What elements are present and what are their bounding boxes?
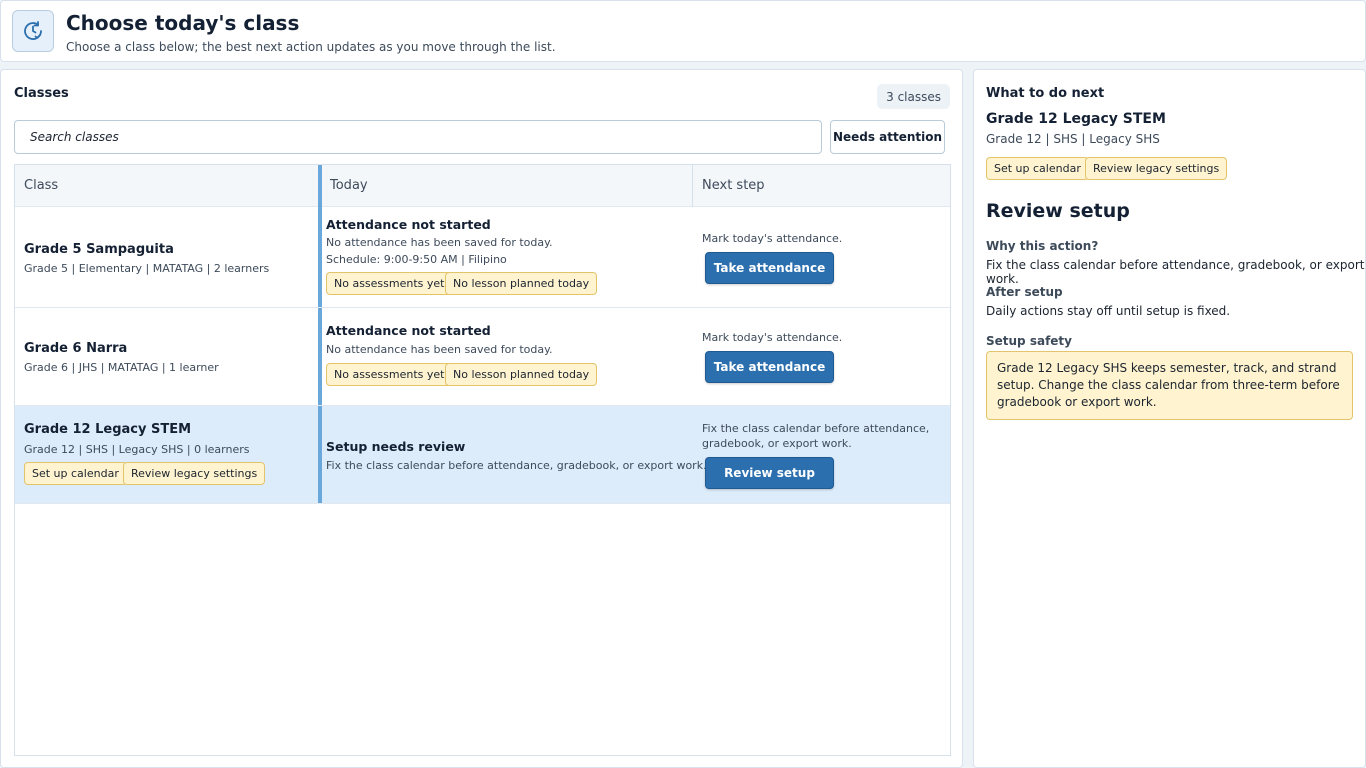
next-panel-title: What to do next xyxy=(986,86,1105,101)
table-row[interactable]: Grade 6 Narra Grade 6 | JHS | MATATAG | … xyxy=(15,308,950,406)
classes-panel: Classes 3 classes Needs attention Class … xyxy=(0,69,963,768)
class-meta: Grade 12 | SHS | Legacy SHS | 0 learners xyxy=(24,443,250,456)
classes-panel-title: Classes xyxy=(14,86,69,101)
table-header: Class Today Next step xyxy=(15,165,950,207)
today-schedule: Schedule: 9:00-9:50 AM | Filipino xyxy=(326,253,507,266)
review-setup-button[interactable]: Review setup xyxy=(705,457,834,489)
today-status-title: Attendance not started xyxy=(326,217,491,232)
status-badge: No lesson planned today xyxy=(445,363,598,386)
next-action-panel: What to do next Grade 12 Legacy STEM Gra… xyxy=(973,69,1366,768)
selected-class-meta: Grade 12 | SHS | Legacy SHS xyxy=(986,132,1160,146)
next-step-hint: Mark today's attendance. xyxy=(702,331,843,344)
class-meta: Grade 6 | JHS | MATATAG | 1 learner xyxy=(24,361,219,374)
page-title: Choose today's class xyxy=(66,11,300,35)
selected-class-name: Grade 12 Legacy STEM xyxy=(986,111,1166,127)
today-column-bar xyxy=(318,308,322,405)
page-header: Choose today's class Choose a class belo… xyxy=(0,0,1366,62)
table-row-selected[interactable]: Grade 12 Legacy STEM Grade 12 | SHS | Le… xyxy=(15,406,950,504)
setup-safety-note: Grade 12 Legacy SHS keeps semester, trac… xyxy=(986,351,1353,420)
today-status-detail: No attendance has been saved for today. xyxy=(326,236,553,249)
why-label: Why this action? xyxy=(986,239,1099,253)
status-badge: No assessments yet xyxy=(326,363,453,386)
classes-table: Class Today Next step Grade 5 Sampaguita… xyxy=(14,164,951,756)
class-name: Grade 5 Sampaguita xyxy=(24,242,174,257)
today-status-title: Setup needs review xyxy=(326,439,466,454)
needs-attention-button[interactable]: Needs attention xyxy=(830,120,945,154)
column-header-today: Today xyxy=(318,165,693,207)
today-status-detail: Fix the class calendar before attendance… xyxy=(326,459,707,472)
setup-safety-label: Setup safety xyxy=(986,334,1072,348)
today-column-bar xyxy=(318,207,322,307)
after-setup-label: After setup xyxy=(986,285,1063,299)
clock-check-icon xyxy=(12,10,54,52)
next-step-hint: Fix the class calendar before attendance… xyxy=(702,422,930,450)
status-badge: Review legacy settings xyxy=(123,462,266,485)
why-text: Fix the class calendar before attendance… xyxy=(986,258,1365,286)
take-attendance-button[interactable]: Take attendance xyxy=(705,252,834,284)
table-row[interactable]: Grade 5 Sampaguita Grade 5 | Elementary … xyxy=(15,207,950,308)
today-status-detail: No attendance has been saved for today. xyxy=(326,343,553,356)
status-badge: No assessments yet xyxy=(326,272,453,295)
status-badge: Review legacy settings xyxy=(1085,157,1228,180)
status-badge: Set up calendar xyxy=(986,157,1089,180)
today-column-bar xyxy=(318,406,322,503)
column-header-class: Class xyxy=(24,178,59,193)
class-name: Grade 12 Legacy STEM xyxy=(24,422,192,437)
take-attendance-button[interactable]: Take attendance xyxy=(705,351,834,383)
search-input[interactable] xyxy=(14,120,822,154)
class-meta: Grade 5 | Elementary | MATATAG | 2 learn… xyxy=(24,262,270,275)
next-step-hint: Mark today's attendance. xyxy=(702,232,843,245)
class-name: Grade 6 Narra xyxy=(24,341,128,356)
page-subtitle: Choose a class below; the best next acti… xyxy=(66,40,556,54)
column-header-next-step: Next step xyxy=(702,178,765,193)
after-setup-text: Daily actions stay off until setup is fi… xyxy=(986,304,1231,318)
next-action-title: Review setup xyxy=(986,200,1130,222)
status-badge: No lesson planned today xyxy=(445,272,598,295)
status-badge: Set up calendar xyxy=(24,462,127,485)
class-count-badge: 3 classes xyxy=(877,84,950,109)
today-status-title: Attendance not started xyxy=(326,323,491,338)
